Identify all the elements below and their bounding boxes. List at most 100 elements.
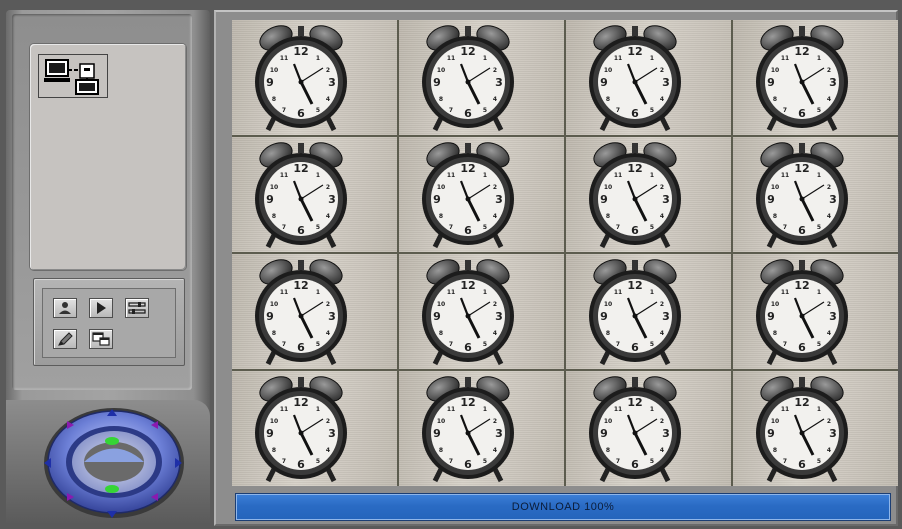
camera-tile[interactable]: 12 3 6 9 1 2 4 5 7 8 10 11 [566, 371, 731, 486]
svg-text:4: 4 [827, 447, 831, 454]
svg-text:6: 6 [798, 341, 806, 354]
svg-text:1: 1 [817, 289, 821, 296]
camera-tile[interactable]: 12 3 6 9 1 2 4 5 7 8 10 11 [399, 371, 564, 486]
camera-tile[interactable]: 12 3 6 9 1 2 4 5 7 8 10 11 [232, 371, 397, 486]
svg-text:7: 7 [783, 458, 787, 465]
svg-text:7: 7 [282, 341, 286, 348]
zoom-in-led[interactable] [105, 437, 119, 445]
svg-text:10: 10 [270, 301, 278, 308]
window-layout-icon [92, 332, 110, 346]
svg-text:2: 2 [660, 418, 664, 425]
svg-text:1: 1 [483, 172, 487, 179]
svg-text:5: 5 [650, 341, 654, 348]
alarm-clock-image: 12 3 6 9 1 2 4 5 7 8 10 11 [589, 376, 681, 483]
svg-text:10: 10 [604, 301, 612, 308]
svg-text:11: 11 [781, 172, 789, 179]
svg-text:4: 4 [660, 330, 664, 337]
svg-text:3: 3 [328, 427, 336, 440]
camera-tile[interactable]: 12 3 6 9 1 2 4 5 7 8 10 11 [399, 254, 564, 369]
camera-tile[interactable]: 12 3 6 9 1 2 4 5 7 8 10 11 [566, 20, 731, 135]
svg-text:4: 4 [493, 213, 497, 220]
camera-tile[interactable]: 12 3 6 9 1 2 4 5 7 8 10 11 [399, 20, 564, 135]
edit-button[interactable] [53, 329, 77, 349]
svg-text:1: 1 [817, 55, 821, 62]
svg-text:5: 5 [316, 341, 320, 348]
zoom-out-led[interactable] [105, 485, 119, 493]
svg-text:10: 10 [604, 67, 612, 74]
svg-text:1: 1 [316, 172, 320, 179]
camera-tile[interactable]: 12 3 6 9 1 2 4 5 7 8 10 11 [232, 137, 397, 252]
svg-text:3: 3 [829, 427, 837, 440]
svg-text:5: 5 [483, 107, 487, 114]
svg-text:10: 10 [270, 418, 278, 425]
svg-text:11: 11 [614, 289, 622, 296]
svg-text:11: 11 [614, 406, 622, 413]
svg-text:7: 7 [282, 224, 286, 231]
camera-tile[interactable]: 12 3 6 9 1 2 4 5 7 8 10 11 [733, 254, 898, 369]
svg-text:7: 7 [616, 341, 620, 348]
svg-text:11: 11 [280, 55, 288, 62]
ptz-joystick[interactable] [40, 405, 188, 523]
svg-text:4: 4 [493, 330, 497, 337]
camera-tile[interactable]: 12 3 6 9 1 2 4 5 7 8 10 11 [399, 137, 564, 252]
camera-tile[interactable]: 12 3 6 9 1 2 4 5 7 8 10 11 [733, 371, 898, 486]
settings-sliders-icon [128, 302, 146, 314]
svg-text:8: 8 [773, 330, 777, 337]
tool-button-panel-inner [42, 288, 176, 358]
camera-tile[interactable]: 12 3 6 9 1 2 4 5 7 8 10 11 [566, 137, 731, 252]
svg-text:5: 5 [483, 341, 487, 348]
svg-text:6: 6 [464, 341, 472, 354]
svg-text:9: 9 [433, 310, 441, 323]
svg-text:2: 2 [326, 184, 330, 191]
svg-text:6: 6 [297, 341, 305, 354]
network-computer-icon[interactable] [38, 54, 108, 98]
camera-tile[interactable]: 12 3 6 9 1 2 4 5 7 8 10 11 [566, 254, 731, 369]
svg-text:8: 8 [439, 330, 443, 337]
svg-text:1: 1 [483, 55, 487, 62]
svg-text:6: 6 [297, 458, 305, 471]
svg-text:4: 4 [827, 96, 831, 103]
svg-text:3: 3 [328, 310, 336, 323]
svg-text:9: 9 [767, 193, 775, 206]
svg-text:12: 12 [293, 45, 308, 58]
svg-text:7: 7 [616, 107, 620, 114]
svg-text:10: 10 [437, 184, 445, 191]
camera-tile[interactable]: 12 3 6 9 1 2 4 5 7 8 10 11 [733, 137, 898, 252]
svg-text:8: 8 [439, 213, 443, 220]
svg-text:4: 4 [326, 96, 330, 103]
svg-text:12: 12 [460, 162, 475, 175]
svg-text:1: 1 [316, 289, 320, 296]
svg-text:10: 10 [771, 418, 779, 425]
pencil-icon [58, 332, 73, 346]
svg-text:9: 9 [600, 310, 608, 323]
svg-text:1: 1 [817, 406, 821, 413]
alarm-clock-image: 12 3 6 9 1 2 4 5 7 8 10 11 [255, 376, 347, 483]
svg-text:10: 10 [771, 301, 779, 308]
svg-text:4: 4 [660, 213, 664, 220]
svg-text:2: 2 [827, 418, 831, 425]
user-button[interactable] [53, 298, 77, 318]
svg-text:12: 12 [293, 162, 308, 175]
svg-text:8: 8 [606, 213, 610, 220]
svg-text:5: 5 [817, 341, 821, 348]
svg-text:6: 6 [631, 224, 639, 237]
svg-text:10: 10 [270, 184, 278, 191]
svg-text:1: 1 [650, 172, 654, 179]
svg-text:6: 6 [631, 107, 639, 120]
svg-text:11: 11 [280, 406, 288, 413]
camera-tile[interactable]: 12 3 6 9 1 2 4 5 7 8 10 11 [232, 254, 397, 369]
svg-text:10: 10 [437, 67, 445, 74]
camera-tile[interactable]: 12 3 6 9 1 2 4 5 7 8 10 11 [733, 20, 898, 135]
alarm-clock-image: 12 3 6 9 1 2 4 5 7 8 10 11 [422, 25, 514, 132]
svg-text:10: 10 [437, 301, 445, 308]
layout-button[interactable] [89, 329, 113, 349]
camera-tile[interactable]: 12 3 6 9 1 2 4 5 7 8 10 11 [232, 20, 397, 135]
settings-button[interactable] [125, 298, 149, 318]
svg-text:1: 1 [650, 55, 654, 62]
svg-text:11: 11 [614, 172, 622, 179]
svg-text:11: 11 [781, 289, 789, 296]
svg-text:8: 8 [773, 213, 777, 220]
alarm-clock-image: 12 3 6 9 1 2 4 5 7 8 10 11 [422, 259, 514, 366]
play-button[interactable] [89, 298, 113, 318]
alarm-clock-image: 12 3 6 9 1 2 4 5 7 8 10 11 [422, 376, 514, 483]
